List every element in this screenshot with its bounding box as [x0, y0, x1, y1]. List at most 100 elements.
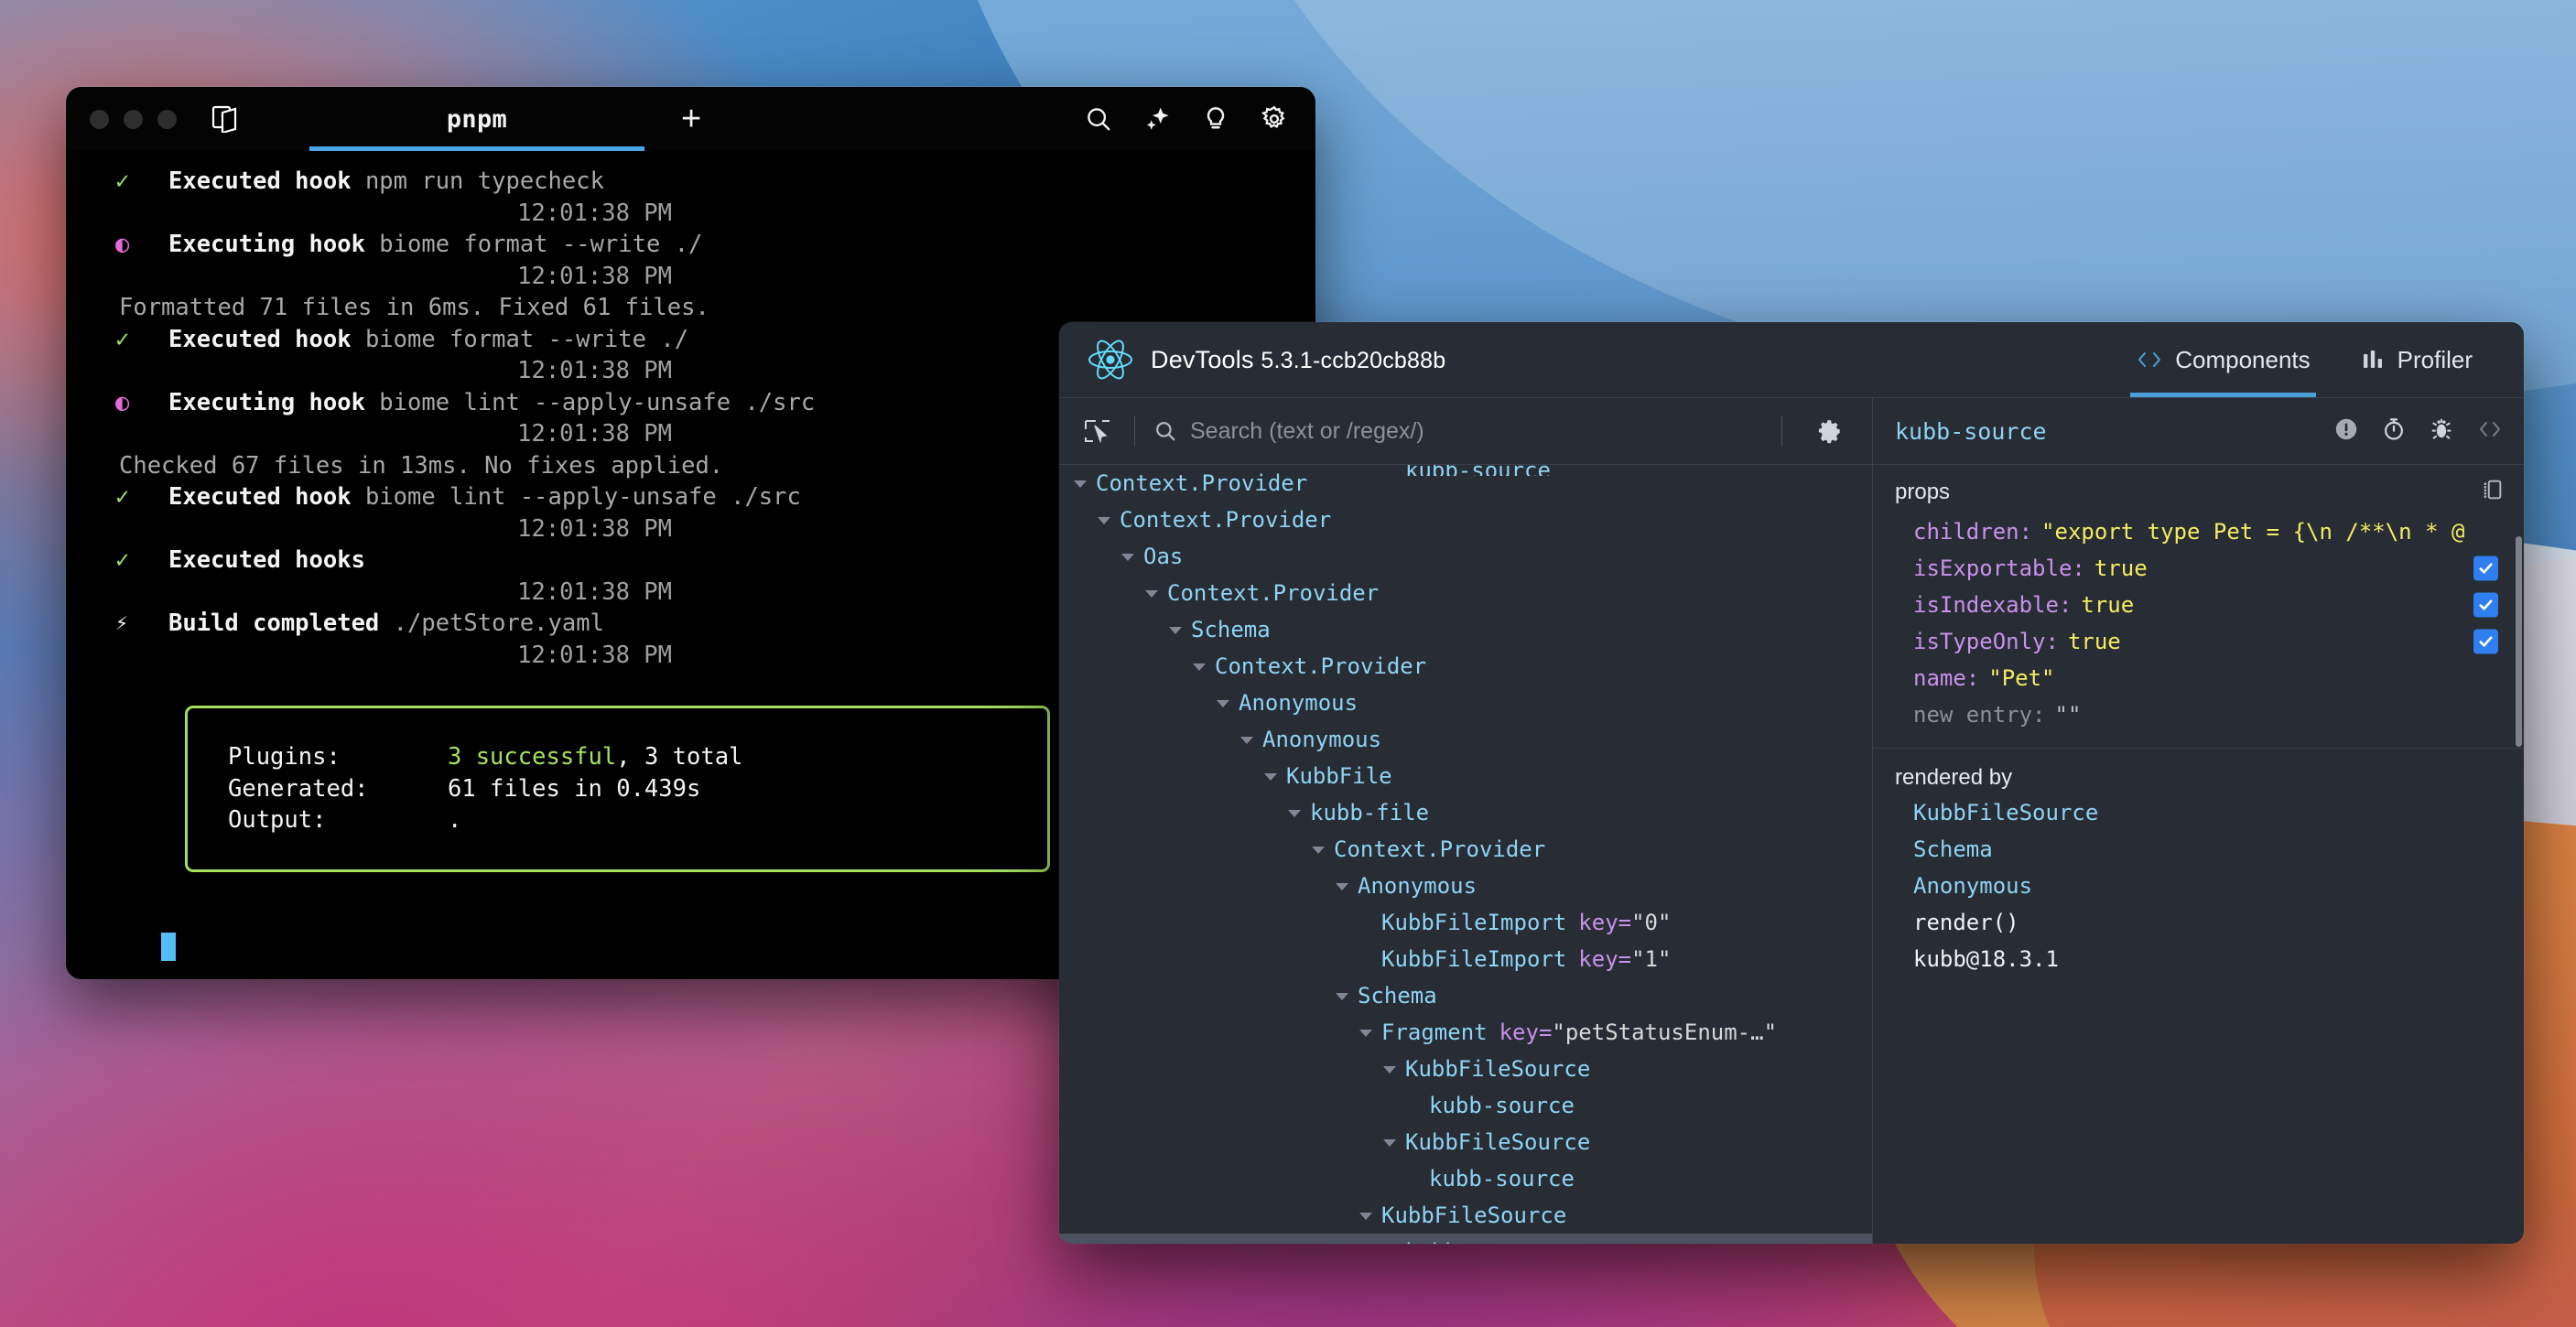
chevron-down-icon[interactable]: [1334, 877, 1352, 895]
devtools-header: DevTools 5.3.1-ccb20cb88b Components Pro…: [1059, 322, 2524, 398]
component-tree[interactable]: kubb-source Context.Provider Context.Prov…: [1059, 465, 1872, 1244]
prop-row[interactable]: name: "Pet": [1873, 660, 2524, 696]
tree-node-selected[interactable]: kubb-source: [1059, 1234, 1872, 1244]
chevron-down-icon[interactable]: [1072, 474, 1090, 492]
tree-node[interactable]: KubbFileSource: [1059, 1197, 1872, 1234]
zoom-button[interactable]: [157, 109, 177, 129]
chevron-down-icon[interactable]: [1239, 730, 1257, 749]
tree-node[interactable]: Schema: [1059, 977, 1872, 1014]
terminal-status-mark: ✓: [115, 167, 130, 195]
chevron-down-icon[interactable]: [1096, 511, 1114, 529]
prop-value[interactable]: "Pet": [1988, 660, 2054, 696]
close-button[interactable]: [90, 109, 109, 129]
copy-props-icon[interactable]: [2480, 478, 2504, 506]
new-tab-button[interactable]: +: [681, 102, 701, 136]
suspense-timer-icon[interactable]: [2381, 416, 2407, 447]
tree-node-label: Oas: [1143, 544, 1184, 569]
tree-node[interactable]: Schema: [1059, 611, 1872, 648]
tree-node[interactable]: KubbFileSource: [1059, 1124, 1872, 1160]
inspector-scrollbar[interactable]: [2516, 536, 2522, 747]
prop-colon: :: [2072, 556, 2085, 581]
tree-node[interactable]: Context.Provider: [1059, 831, 1872, 868]
prop-checkbox[interactable]: [2473, 629, 2498, 654]
tree-node[interactable]: Fragment key= "petStatusEnum-…": [1059, 1014, 1872, 1051]
devtools-title: DevTools 5.3.1-ccb20cb88b: [1151, 346, 1445, 374]
rendered-by-item[interactable]: KubbFileSource: [1873, 794, 2524, 831]
tab-components[interactable]: Components: [2110, 322, 2335, 397]
chevron-down-icon[interactable]: [1381, 1060, 1400, 1078]
tree-node[interactable]: Context.Provider: [1059, 502, 1872, 538]
chevron-down-icon[interactable]: [1310, 840, 1328, 858]
view-source-icon[interactable]: [2476, 417, 2504, 446]
prop-value[interactable]: true: [2081, 587, 2134, 623]
prop-value[interactable]: "": [2055, 696, 2082, 733]
tree-node[interactable]: KubbFile: [1059, 758, 1872, 794]
rendered-by-item[interactable]: Schema: [1873, 831, 2524, 868]
terminal-line-detail: biome lint --apply-unsafe ./src: [364, 388, 816, 416]
tree-node-label: KubbFileImport: [1381, 910, 1567, 935]
summary-value: , 3 total: [616, 743, 743, 771]
chevron-down-icon[interactable]: [1143, 584, 1162, 602]
prop-value[interactable]: true: [2094, 550, 2148, 587]
tree-node[interactable]: KubbFileImport key= "0": [1059, 904, 1872, 941]
debug-bug-icon[interactable]: [2429, 416, 2454, 447]
gear-icon[interactable]: [1810, 411, 1850, 451]
sparkles-icon[interactable]: [1143, 105, 1171, 133]
search-icon[interactable]: [1085, 105, 1112, 133]
tree-node[interactable]: Context.Provider: [1059, 575, 1872, 611]
search-input[interactable]: [1190, 417, 1763, 445]
chevron-down-icon[interactable]: [1334, 987, 1352, 1005]
tree-node[interactable]: Anonymous: [1059, 685, 1872, 721]
minimize-button[interactable]: [124, 109, 143, 129]
lightbulb-icon[interactable]: [1202, 105, 1229, 133]
terminal-line: ◐ Executing hook biome format --write ./: [66, 229, 1315, 261]
terminal-tab-pnpm[interactable]: pnpm: [309, 87, 644, 151]
chevron-down-icon[interactable]: [1215, 694, 1233, 712]
prop-value[interactable]: "export type Pet = {\n /**\n * @: [2041, 513, 2464, 550]
chevron-down-icon[interactable]: [1381, 1133, 1400, 1151]
error-badge-icon[interactable]: [2333, 416, 2359, 447]
prop-row[interactable]: children: "export type Pet = {\n /**\n * …: [1873, 513, 2524, 550]
chevron-down-icon[interactable]: [1286, 804, 1304, 822]
prop-value[interactable]: true: [2068, 623, 2121, 660]
toolbar-divider: [1134, 415, 1135, 447]
prop-checkbox[interactable]: [2473, 592, 2498, 618]
summary-value: .: [448, 806, 462, 834]
tree-node[interactable]: KubbFileSource: [1059, 1051, 1872, 1087]
chevron-down-icon[interactable]: [1167, 620, 1185, 639]
chevron-down-icon[interactable]: [1262, 767, 1281, 785]
tree-node-label: Context.Provider: [1167, 580, 1380, 606]
tree-node[interactable]: Oas: [1059, 538, 1872, 575]
chevron-down-icon[interactable]: [1191, 657, 1209, 675]
tree-node[interactable]: kubb-file: [1059, 794, 1872, 831]
props-title: props: [1895, 479, 1951, 504]
tree-node[interactable]: Anonymous: [1059, 868, 1872, 904]
tree-node[interactable]: kubb-source: [1059, 1160, 1872, 1197]
gear-icon[interactable]: [1261, 105, 1288, 133]
chevron-down-icon[interactable]: [1358, 1023, 1376, 1041]
tree-node[interactable]: Context.Provider: [1059, 648, 1872, 685]
element-picker-icon[interactable]: [1079, 415, 1116, 448]
tree-node[interactable]: kubb-source: [1059, 1087, 1872, 1124]
terminal-line-title: Executed hook: [168, 325, 352, 353]
tree-node-key-value: "1": [1631, 946, 1672, 972]
terminal-timestamp: 12:01:38 PM: [517, 199, 672, 227]
tree-node-label: Fragment: [1381, 1020, 1488, 1045]
split-pane-icon[interactable]: [211, 105, 243, 133]
prop-checkbox[interactable]: [2473, 556, 2498, 581]
inspector-header: kubb-source: [1873, 398, 2524, 465]
prop-key: isExportable: [1913, 556, 2073, 581]
prop-row[interactable]: new entry: "": [1873, 696, 2524, 733]
prop-row[interactable]: isExportable: true: [1873, 550, 2524, 587]
prop-row[interactable]: isTypeOnly: true: [1873, 623, 2524, 660]
tab-profiler[interactable]: Profiler: [2336, 322, 2498, 397]
tree-node[interactable]: KubbFileImport key= "1": [1059, 941, 1872, 977]
prop-row[interactable]: isIndexable: true: [1873, 587, 2524, 623]
inspector-actions: [2333, 416, 2504, 447]
prop-key: children: [1913, 519, 2019, 545]
chevron-down-icon[interactable]: [1358, 1206, 1376, 1225]
tree-node[interactable]: Anonymous: [1059, 721, 1872, 758]
chevron-down-icon[interactable]: [1120, 547, 1138, 566]
props-section: props children: "export type Pet = {\n /*…: [1873, 465, 2524, 749]
rendered-by-item[interactable]: Anonymous: [1873, 868, 2524, 904]
